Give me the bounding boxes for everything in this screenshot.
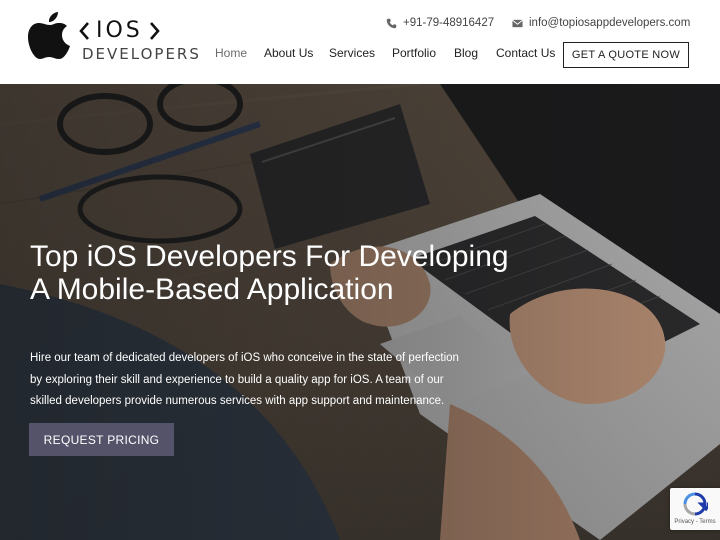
request-pricing-button[interactable]: REQUEST PRICING xyxy=(29,423,174,456)
hero-section: Top iOS Developers For Developing A Mobi… xyxy=(0,84,720,540)
phone-link[interactable]: +91-79-48916427 xyxy=(386,14,494,32)
phone-number: +91-79-48916427 xyxy=(403,17,495,29)
phone-icon xyxy=(386,18,397,28)
recaptcha-icon xyxy=(683,492,708,516)
logo-developers-text: DEVELOPERS xyxy=(82,45,201,63)
hero-description: Hire our team of dedicated developers of… xyxy=(30,352,459,407)
nav-home[interactable]: Home xyxy=(215,45,247,61)
site-header: IOS DEVELOPERS +91-79-48916427 info@topi… xyxy=(0,0,720,84)
apple-logo-icon xyxy=(28,12,70,59)
recaptcha-badge[interactable]: Privacy - Terms xyxy=(670,488,720,530)
recaptcha-terms-link[interactable]: Privacy - Terms xyxy=(670,518,720,527)
get-quote-button[interactable]: GET A QUOTE NOW xyxy=(563,42,689,68)
nav-portfolio[interactable]: Portfolio xyxy=(392,45,436,61)
nav-services[interactable]: Services xyxy=(329,45,375,61)
hero-title: Top iOS Developers For Developing A Mobi… xyxy=(30,240,509,306)
envelope-icon xyxy=(512,19,523,27)
brand-logo[interactable]: IOS DEVELOPERS xyxy=(28,8,201,68)
chevron-right-icon xyxy=(149,22,160,40)
chevron-left-icon xyxy=(79,22,89,40)
email-address: info@topiosappdevelopers.com xyxy=(529,17,691,29)
logo-ios-text: IOS xyxy=(96,18,143,43)
email-link[interactable]: info@topiosappdevelopers.com xyxy=(512,14,690,32)
nav-about-us[interactable]: About Us xyxy=(264,45,313,61)
nav-contact-us[interactable]: Contact Us xyxy=(496,45,555,61)
logo-wordmark: IOS xyxy=(78,18,161,44)
hero-overlay xyxy=(0,84,720,540)
nav-blog[interactable]: Blog xyxy=(454,45,478,61)
